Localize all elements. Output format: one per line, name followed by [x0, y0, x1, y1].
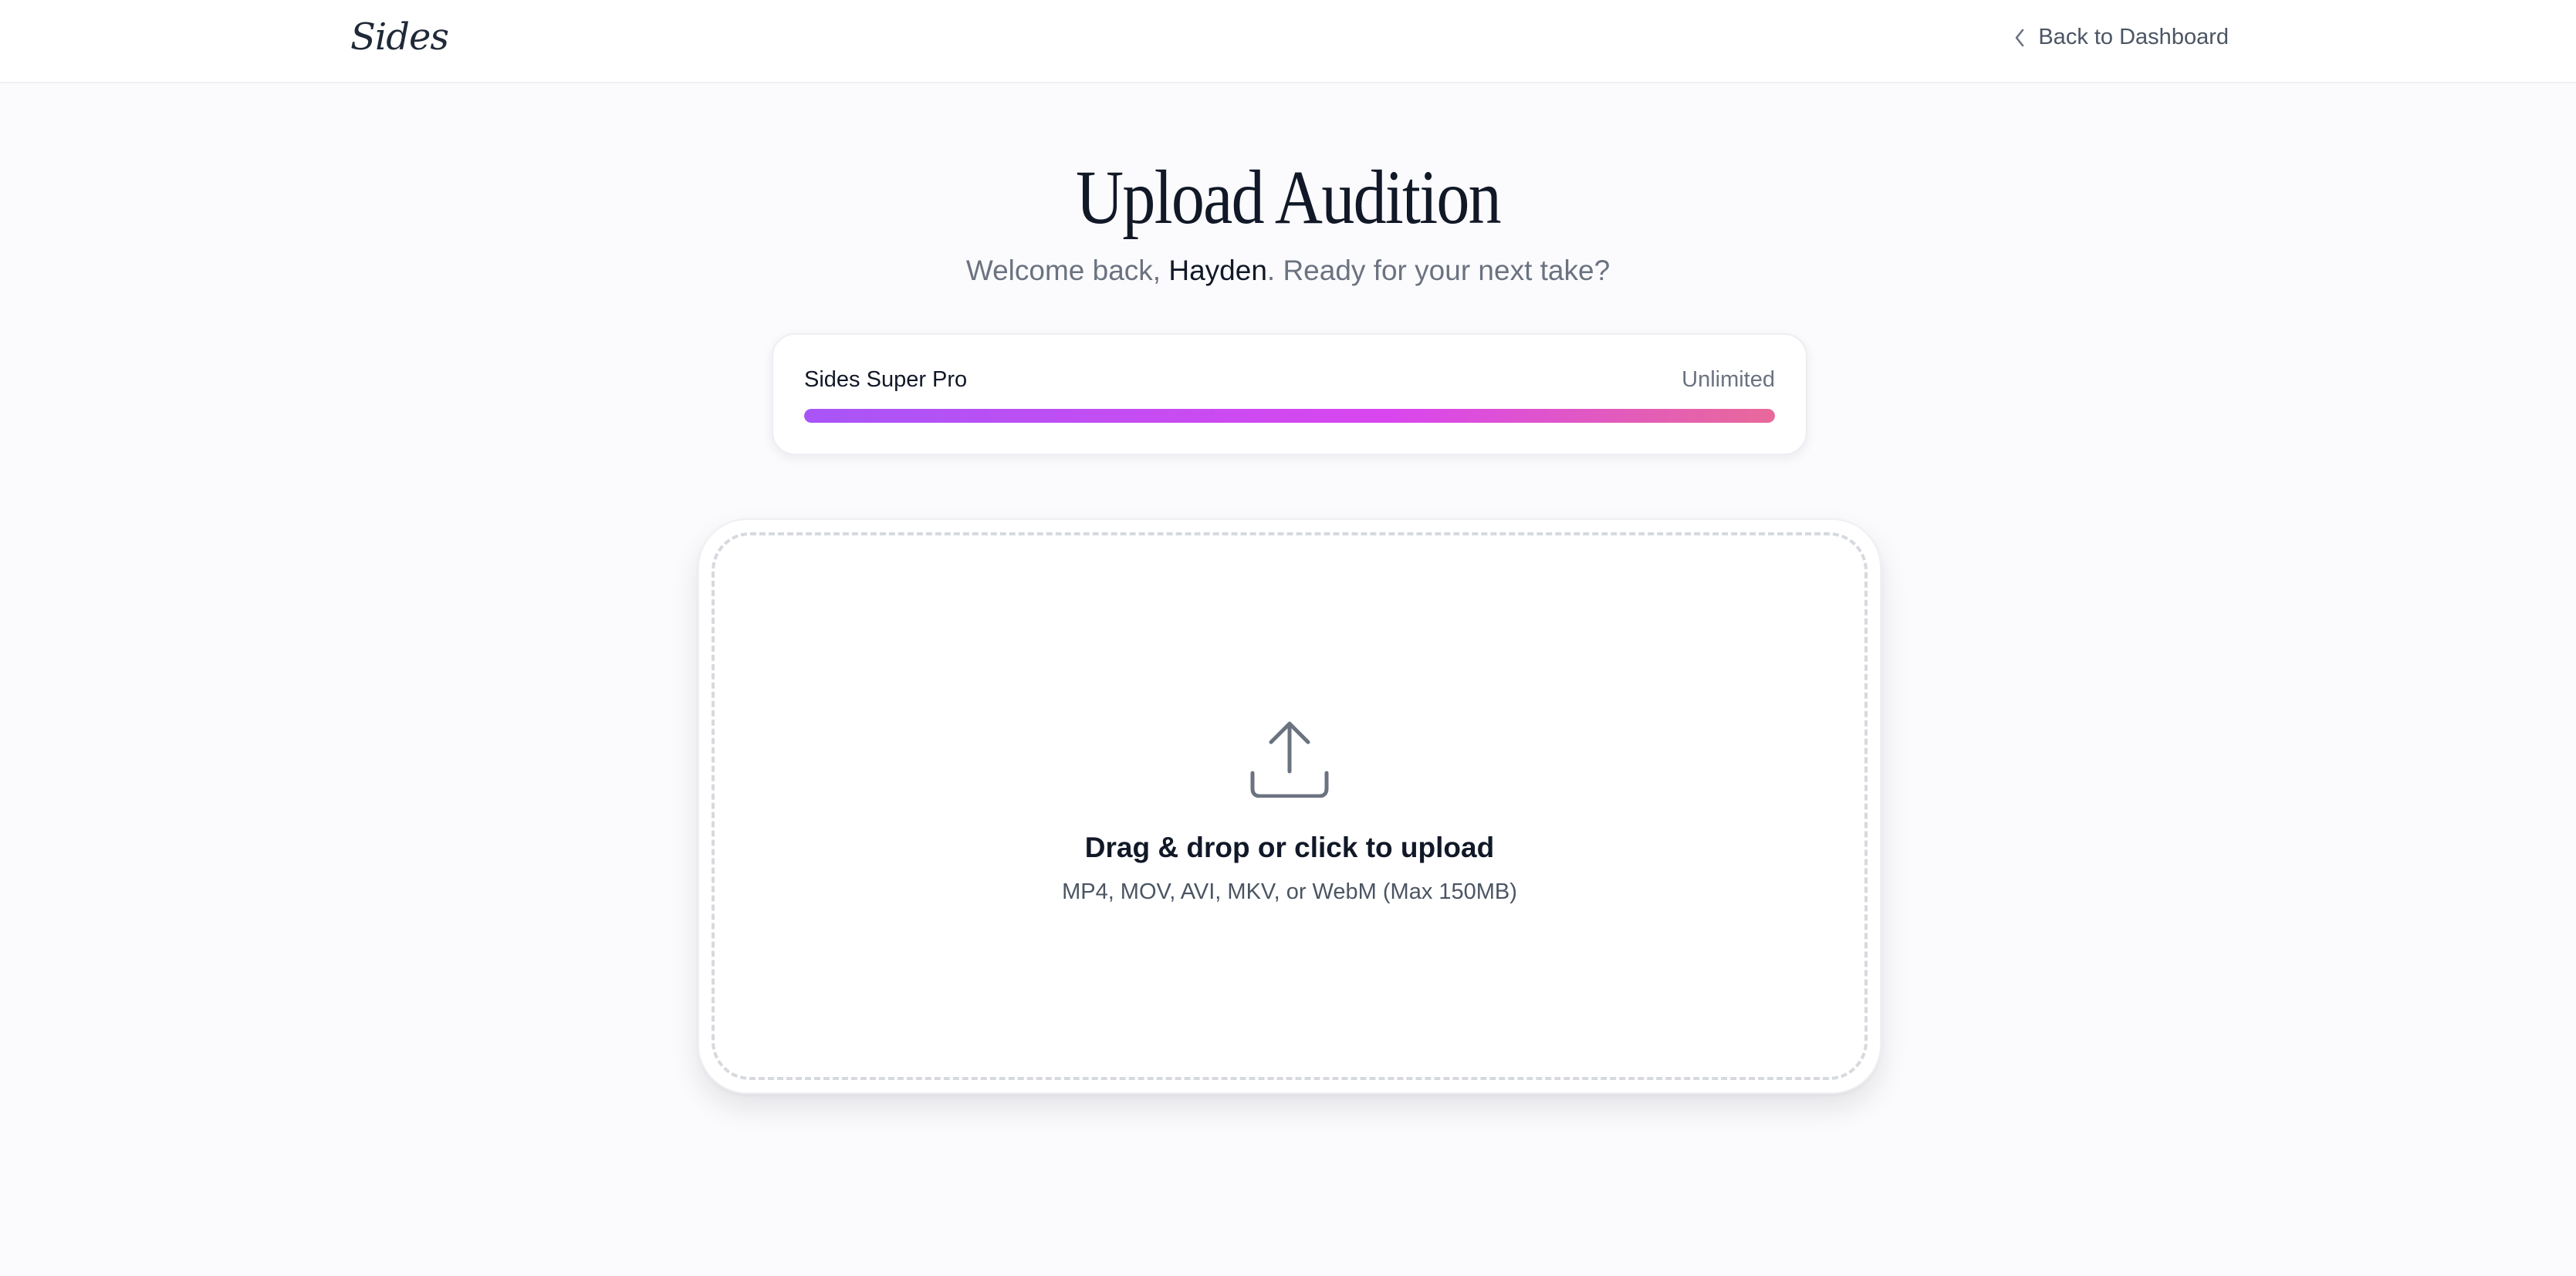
plan-card: Sides Super Pro Unlimited [772, 333, 1807, 455]
upload-dropzone[interactable]: Drag & drop or click to upload MP4, MOV,… [712, 532, 1868, 1080]
plan-usage-bar [804, 409, 1775, 423]
chevron-left-icon [2013, 28, 2026, 48]
welcome-suffix: . Ready for your next take? [1266, 255, 1611, 286]
top-nav-bar: Sides Back to Dashboard [0, 0, 2576, 83]
upload-title: Drag & drop or click to upload [1084, 832, 1495, 863]
plan-limit: Unlimited [1682, 367, 1775, 392]
plan-name: Sides Super Pro [804, 367, 968, 392]
page: Sides Back to Dashboard Upload Audition … [0, 0, 2576, 1276]
page-title: Upload Audition [1076, 154, 1502, 240]
plan-usage-bar-fill [804, 409, 1775, 423]
back-to-dashboard-label: Back to Dashboard [2038, 25, 2229, 49]
sides-logo[interactable]: Sides [350, 15, 449, 59]
upload-format-hint: MP4, MOV, AVI, MKV, or WebM (Max 150MB) [1062, 879, 1517, 904]
upload-icon [1249, 717, 1330, 802]
welcome-prefix: Welcome back, [965, 255, 1169, 286]
back-to-dashboard-link[interactable]: Back to Dashboard [2013, 25, 2229, 50]
user-name: Hayden [1168, 255, 1267, 286]
welcome-message: Welcome back, Hayden. Ready for your nex… [0, 255, 2576, 287]
upload-card: Drag & drop or click to upload MP4, MOV,… [698, 518, 1881, 1094]
